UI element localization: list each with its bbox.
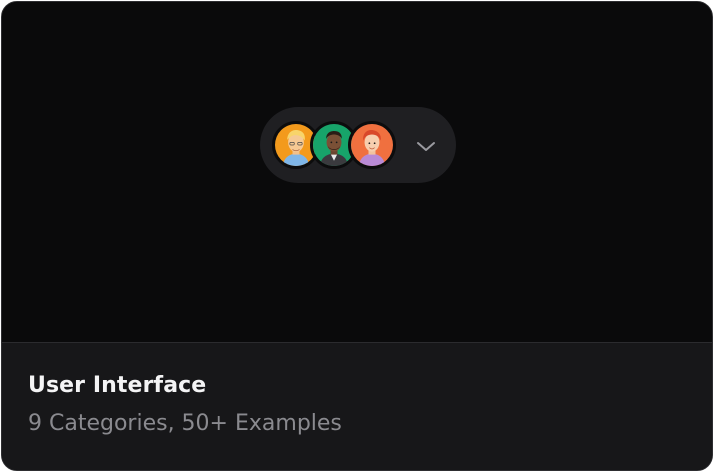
card-footer xyxy=(2,342,712,470)
card-preview xyxy=(2,2,712,342)
person-avatar-icon xyxy=(351,124,393,166)
chevron-down-icon[interactable] xyxy=(414,134,438,158)
card-subtitle: 9 Categories, 50+ Examples xyxy=(28,411,342,436)
ui-category-card[interactable] xyxy=(1,1,713,471)
avatar-group-pill[interactable] xyxy=(260,107,456,183)
avatar-coral xyxy=(348,121,396,169)
card-title[interactable]: User Interface xyxy=(28,373,206,398)
